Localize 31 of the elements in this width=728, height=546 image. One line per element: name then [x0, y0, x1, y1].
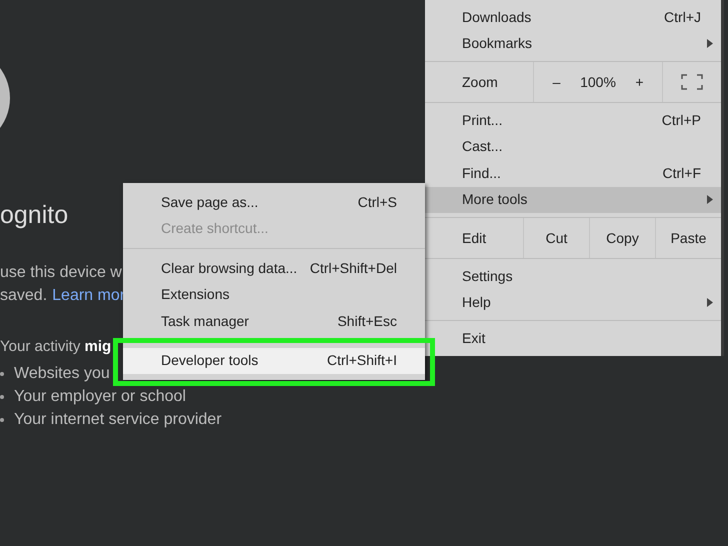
activity-text: Your activity mig: [0, 337, 112, 357]
page-heading: ognito: [0, 200, 68, 230]
bullet-text: Your employer or school: [14, 387, 186, 407]
menu-item[interactable]: Print... Ctrl+P: [425, 107, 721, 134]
menu-item[interactable]: Developer tools Ctrl+Shift+I: [123, 348, 425, 374]
menu-item[interactable]: Downloads Ctrl+J: [425, 4, 721, 30]
zoom-in-button[interactable]: +: [617, 62, 662, 102]
menu-item[interactable]: Find... Ctrl+F: [425, 160, 721, 186]
zoom-level: 100%: [579, 72, 617, 92]
menu-item[interactable]: Exit: [425, 325, 721, 352]
edit-action-button[interactable]: Paste: [655, 218, 721, 258]
menu-item[interactable]: Help: [425, 290, 721, 316]
fullscreen-icon: [681, 74, 703, 90]
menu-item[interactable]: Bookmarks: [425, 30, 721, 57]
bullet-text: Your internet service provider: [14, 410, 222, 430]
description-text: saved.: [0, 286, 48, 306]
description-text: use this device w: [0, 263, 122, 283]
menu-label: Zoom: [461, 72, 499, 92]
menu-item[interactable]: Settings: [425, 263, 721, 290]
edit-action-button[interactable]: Cut: [523, 218, 589, 258]
edit-action-button[interactable]: Copy: [589, 218, 655, 258]
learn-more-link[interactable]: Learn mor: [52, 284, 126, 307]
menu-item[interactable]: Cast...: [425, 134, 721, 160]
bullet-text: Websites you: [14, 364, 110, 384]
zoom-out-button[interactable]: –: [534, 62, 579, 102]
menu-item[interactable]: Task manager Shift+Esc: [123, 308, 425, 334]
menu-item[interactable]: Save page as... Ctrl+S: [123, 189, 425, 216]
menu-item[interactable]: More tools: [425, 186, 721, 213]
menu-label: Edit: [461, 228, 488, 248]
menu-item[interactable]: Extensions: [123, 282, 425, 308]
menu-item[interactable]: Clear browsing data... Ctrl+Shift+Del: [123, 255, 425, 282]
